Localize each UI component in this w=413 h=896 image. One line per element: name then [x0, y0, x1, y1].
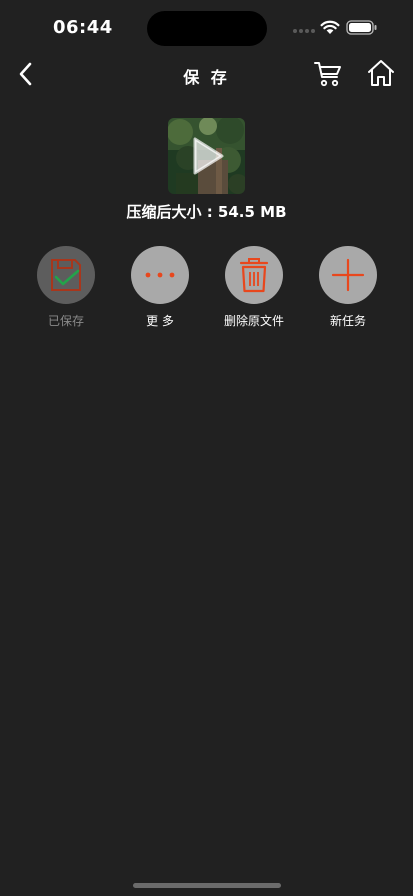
more-button-circle — [131, 246, 189, 304]
home-icon[interactable] — [366, 58, 396, 88]
wifi-icon — [320, 20, 340, 34]
more-label: 更 多 — [146, 314, 174, 328]
video-thumbnail[interactable] — [168, 118, 245, 194]
home-indicator[interactable] — [133, 883, 281, 888]
new-task-button[interactable]: 新任务 — [308, 246, 388, 336]
status-bar: 06:44 — [0, 0, 413, 50]
saved-button-circle — [37, 246, 95, 304]
save-check-icon — [51, 259, 81, 291]
plus-icon — [331, 258, 365, 292]
status-time: 06:44 — [53, 17, 113, 38]
compressed-size-label: 压缩后大小 : 54.5 MB — [126, 203, 287, 221]
delete-original-button[interactable]: 删除原文件 — [214, 246, 294, 336]
delete-button-circle — [225, 246, 283, 304]
more-dots-icon — [145, 272, 175, 278]
trash-icon — [239, 258, 269, 293]
new-task-label: 新任务 — [329, 314, 366, 328]
cellular-signal-icon — [293, 29, 315, 33]
page-title: 保 存 — [183, 68, 230, 87]
saved-button[interactable]: 已保存 — [26, 246, 106, 336]
dynamic-island — [147, 11, 267, 46]
more-button[interactable]: 更 多 — [120, 246, 200, 336]
play-icon — [193, 137, 224, 175]
saved-label: 已保存 — [47, 314, 84, 328]
new-task-button-circle — [319, 246, 377, 304]
navigation-bar: 保 存 — [0, 52, 413, 96]
battery-icon — [346, 20, 377, 35]
delete-original-label: 删除原文件 — [223, 314, 284, 328]
cart-icon[interactable] — [313, 58, 343, 88]
